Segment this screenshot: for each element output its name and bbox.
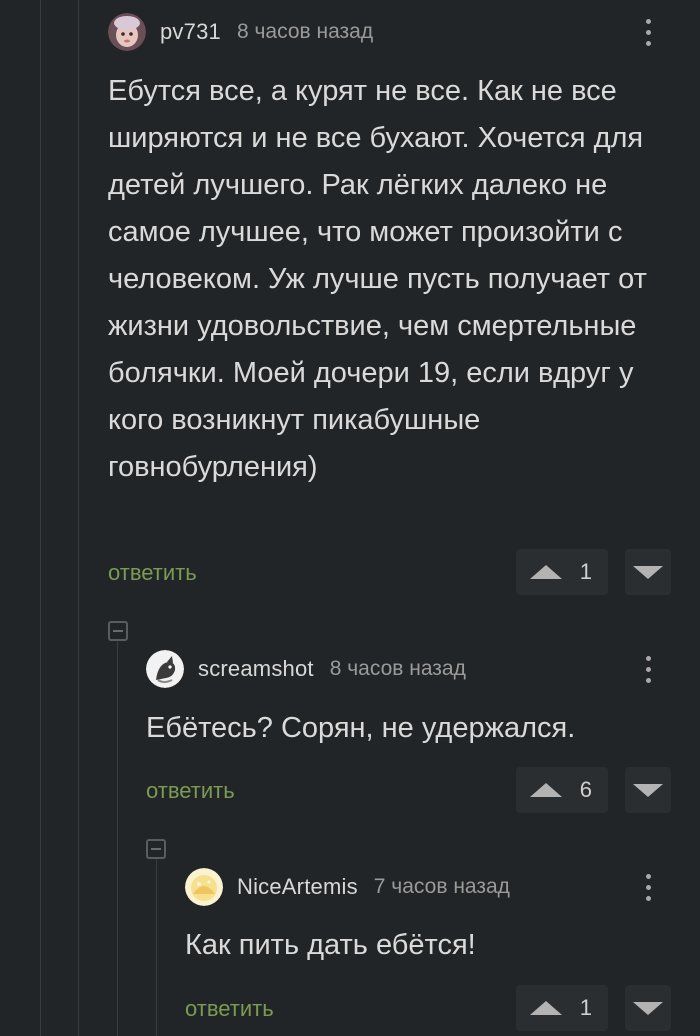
thread-line-root xyxy=(40,0,41,1036)
user-avatar[interactable] xyxy=(146,650,184,688)
username[interactable]: screamshot xyxy=(198,656,314,682)
timestamp: 7 часов назад xyxy=(373,875,510,898)
vote-down-button[interactable] xyxy=(625,549,671,595)
rating-count: 6 xyxy=(579,777,592,802)
triangle-up-icon xyxy=(530,783,562,797)
vote-down-button[interactable] xyxy=(625,985,671,1031)
comment-header: NiceArtemis 7 часов назад xyxy=(185,865,510,909)
thread-line-level-3 xyxy=(156,858,157,1036)
thread-line-level-1 xyxy=(78,0,79,1036)
reply-link[interactable]: ответить xyxy=(146,778,235,804)
timestamp: 8 часов назад xyxy=(329,657,466,680)
comment-menu-button[interactable] xyxy=(638,652,658,686)
comment-text: Как пить дать ебётся! xyxy=(185,929,476,961)
user-avatar[interactable] xyxy=(108,13,146,51)
vote-up-button[interactable]: 6 xyxy=(516,767,608,813)
comment-text: Ебётесь? Сорян, не удержался. xyxy=(146,712,576,744)
comment-header: screamshot 8 часов назад xyxy=(146,647,466,691)
triangle-up-icon xyxy=(530,1001,562,1015)
kebab-menu-icon xyxy=(645,873,651,879)
rating-count: 1 xyxy=(579,995,592,1020)
comment-header: pv731 8 часов назад xyxy=(108,10,373,54)
reply-link[interactable]: ответить xyxy=(108,560,197,586)
triangle-up-icon xyxy=(530,565,562,579)
timestamp: 8 часов назад xyxy=(236,20,374,43)
thread-line-level-2 xyxy=(117,640,118,1036)
collapse-thread-button[interactable] xyxy=(146,839,166,859)
username[interactable]: pv731 xyxy=(160,19,221,45)
kebab-menu-icon xyxy=(645,18,651,24)
triangle-down-icon xyxy=(633,783,663,797)
username[interactable]: NiceArtemis xyxy=(237,874,358,900)
triangle-down-icon xyxy=(633,1001,663,1015)
rating-count: 1 xyxy=(579,559,592,584)
comment-menu-button[interactable] xyxy=(638,15,658,49)
triangle-down-icon xyxy=(633,565,663,579)
kebab-menu-icon xyxy=(645,655,651,661)
comment-text: Ебутся все, а курят не все. Как не все ш… xyxy=(108,75,647,483)
reply-link[interactable]: ответить xyxy=(185,996,274,1022)
user-avatar[interactable] xyxy=(185,868,223,906)
collapse-thread-button[interactable] xyxy=(108,621,128,641)
vote-up-button[interactable]: 1 xyxy=(516,985,608,1031)
vote-down-button[interactable] xyxy=(625,767,671,813)
vote-up-button[interactable]: 1 xyxy=(516,549,608,595)
comment-menu-button[interactable] xyxy=(638,870,658,904)
